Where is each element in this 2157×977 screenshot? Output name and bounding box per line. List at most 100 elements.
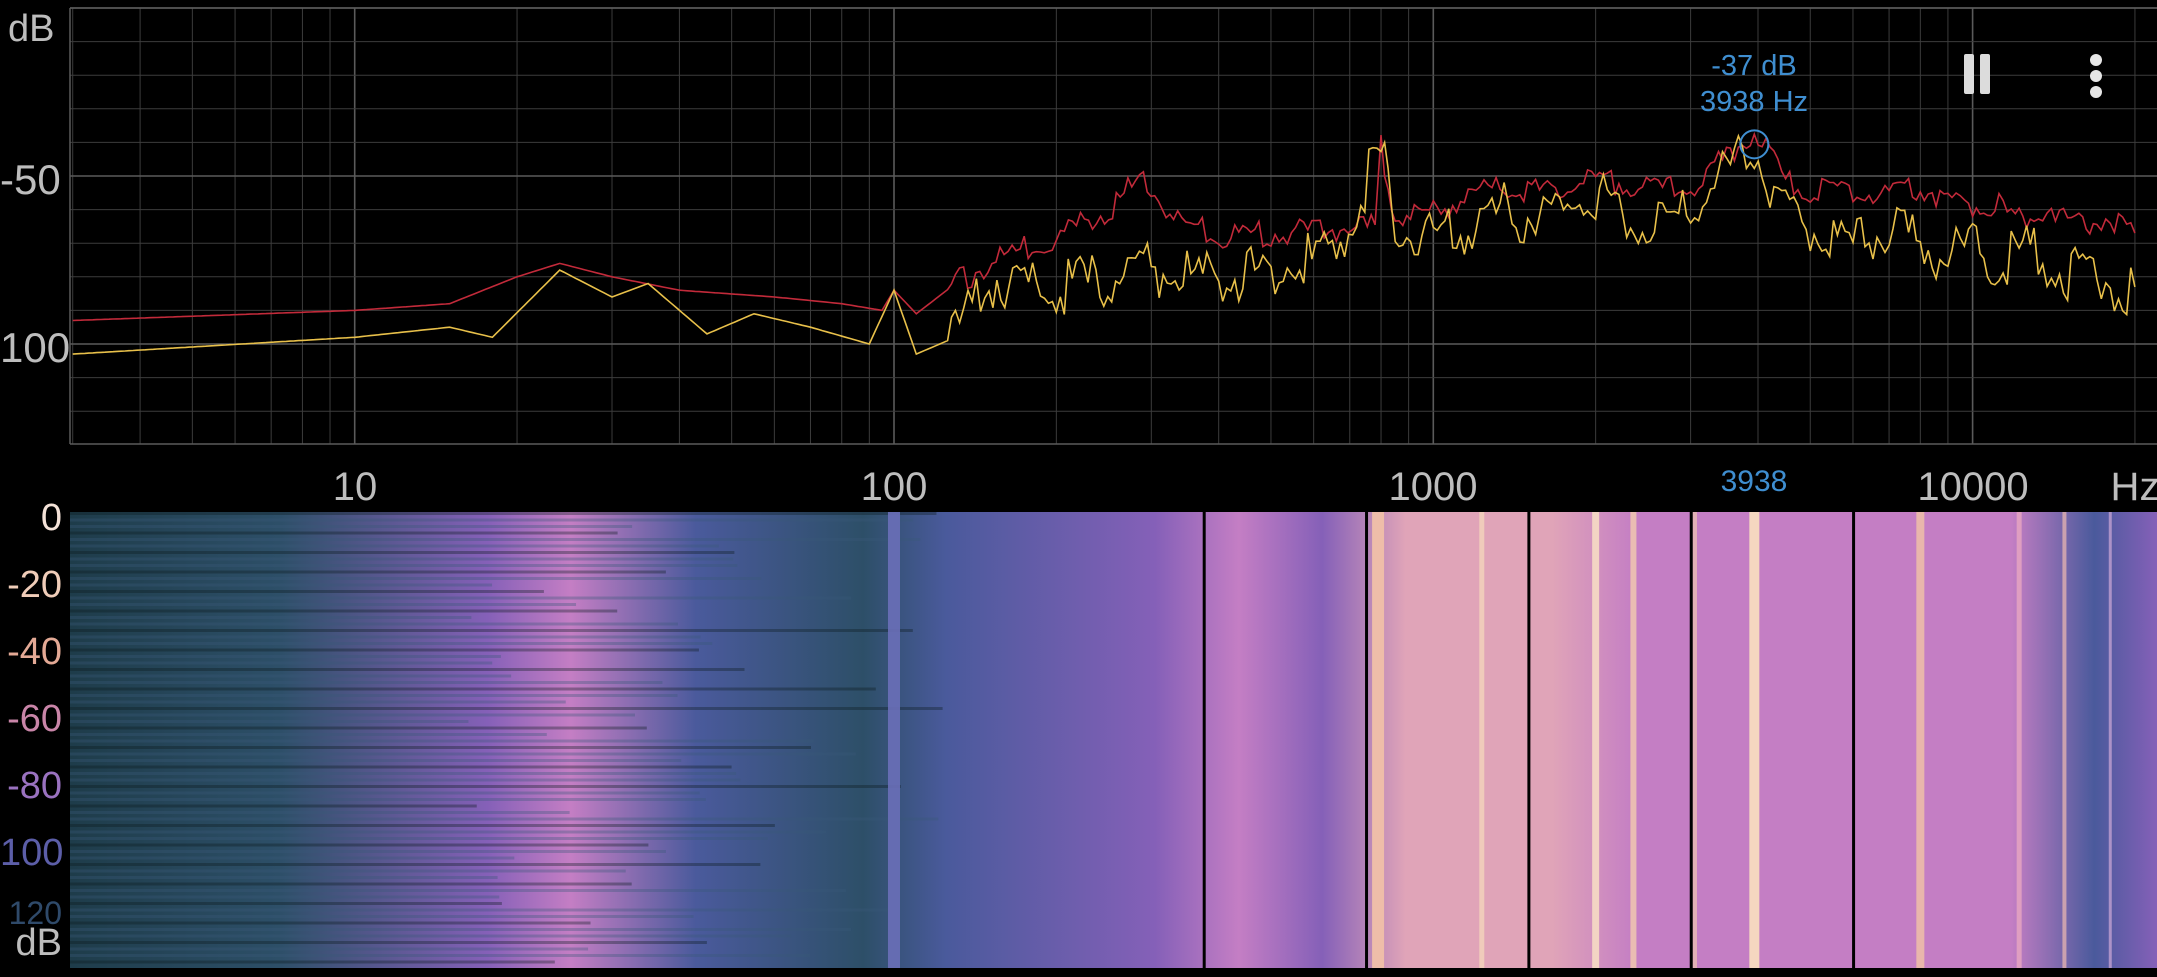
spectrogram-streak <box>70 603 577 606</box>
cursor-axis-label: 3938 <box>1720 465 1788 498</box>
spectrogram-streak <box>70 635 701 639</box>
spectrogram-streak <box>70 947 589 951</box>
spectrum-grid <box>69 7 2157 445</box>
spectrogram-streak <box>70 733 547 736</box>
spectrogram-streak <box>70 882 632 886</box>
spectrogram-streak <box>70 752 856 756</box>
spectrogram-streak <box>70 798 706 801</box>
x-tick-label: 10 <box>332 465 378 509</box>
spectrogram-streak <box>70 739 814 743</box>
scale-label: 0 <box>40 497 62 539</box>
pause-icon <box>1960 54 1996 94</box>
spectrogram-streak <box>70 713 635 717</box>
scale-label: -60 <box>7 698 62 740</box>
spectrogram-streak <box>70 583 493 587</box>
x-tick-label: 10000 <box>1917 465 2029 509</box>
spectrogram-streak <box>70 700 566 704</box>
cursor-db-value: -37 dB <box>1711 50 1797 82</box>
spectrum-analyzer[interactable] <box>0 0 2157 977</box>
spectrogram-streak <box>70 830 827 834</box>
spectrogram-streak <box>70 863 761 866</box>
spectrogram-streak <box>70 687 876 691</box>
peak-hold-spectrum-line <box>72 131 2136 322</box>
spectrogram-streak <box>70 876 498 879</box>
tone-band <box>2062 512 2067 968</box>
spectrogram-streak <box>70 856 515 860</box>
spectrogram-streak <box>70 817 939 821</box>
spectrogram-streak <box>70 843 649 847</box>
spectrogram-streak <box>70 837 768 840</box>
tone-band <box>888 512 900 968</box>
spectrogram-streak <box>70 726 647 730</box>
spectrogram-streak <box>70 954 811 957</box>
spectrogram-streak <box>70 655 501 658</box>
x-axis-unit: Hz <box>2110 465 2157 509</box>
tone-band <box>1749 512 1760 968</box>
spectrogram-streak <box>70 518 914 522</box>
spectrogram-streak <box>70 570 666 574</box>
y-axis-unit: dB <box>8 8 55 50</box>
scale-label: 100 <box>0 832 64 874</box>
spectrogram-scale-unit: dB <box>15 922 62 964</box>
spectrogram-streak <box>70 557 734 561</box>
spectrogram-streak <box>70 889 846 892</box>
spectrogram-streak <box>70 960 555 964</box>
spectrogram-streak <box>70 564 738 567</box>
tone-band <box>2016 512 2022 968</box>
spectrogram-streak <box>70 538 921 541</box>
spectrogram-streak <box>70 616 472 619</box>
tone-band <box>1630 512 1637 968</box>
spectrogram-streak <box>70 928 852 931</box>
spectrogram-streak <box>70 629 913 632</box>
spectrogram-streak <box>70 512 937 515</box>
more-options-button[interactable] <box>2090 52 2104 100</box>
more-vert-icon <box>2090 52 2104 100</box>
tone-band <box>1592 512 1600 968</box>
cursor-hz-value: 3938 Hz <box>1699 86 1809 118</box>
spectrogram-streak <box>70 908 891 912</box>
spectrogram-streak <box>70 596 852 600</box>
spectrogram-streak <box>70 791 700 795</box>
y-tick-label: -50 <box>0 156 61 203</box>
spectrogram-streak <box>70 694 678 697</box>
spectrogram-streak <box>70 869 626 873</box>
spectrogram-streak <box>70 934 792 938</box>
spectrogram-streak <box>70 622 678 626</box>
spectrogram-streak <box>70 642 713 645</box>
spectrogram-streak <box>70 895 500 899</box>
spectrogram-streak <box>70 681 663 684</box>
spectrogram-streak <box>70 720 469 723</box>
pause-button[interactable] <box>1960 54 1996 98</box>
spectrogram-streak <box>70 765 732 769</box>
spectrogram-streak <box>70 668 745 671</box>
spectrogram-streak <box>70 707 943 710</box>
spectrogram-streak <box>70 577 762 580</box>
scale-label: -40 <box>7 631 62 673</box>
x-tick-label: 1000 <box>1388 465 1478 509</box>
spectrogram-streak <box>70 804 477 808</box>
scale-label: -80 <box>7 765 62 807</box>
cursor-readout: -37 dB 3938 Hz <box>1700 48 1808 120</box>
spectrogram-streak <box>70 824 775 827</box>
spectrogram-streak <box>70 811 570 814</box>
x-tick-label: 100 <box>860 465 928 509</box>
spectrogram-streak <box>70 531 618 535</box>
spectrogram-streak <box>70 902 502 905</box>
spectrogram-streak <box>70 648 699 652</box>
current-spectrum-line <box>72 133 2136 356</box>
tone-band <box>2108 512 2112 968</box>
spectrogram-streak <box>70 609 618 613</box>
spectrogram-streak <box>70 915 694 918</box>
spectrogram-streak <box>70 941 707 944</box>
spectrogram-streak <box>70 921 591 925</box>
spectrogram <box>70 512 2157 968</box>
tone-band <box>1916 512 1925 968</box>
spectrogram-streak <box>70 544 719 548</box>
spectrogram-streak <box>70 661 493 665</box>
spectrogram-streak <box>70 746 812 749</box>
spectrogram-streak <box>70 551 735 554</box>
tone-band <box>1479 512 1485 968</box>
spectrogram-streak <box>70 674 512 678</box>
scale-label: -20 <box>7 564 62 606</box>
y-tick-label: 100 <box>0 324 71 371</box>
